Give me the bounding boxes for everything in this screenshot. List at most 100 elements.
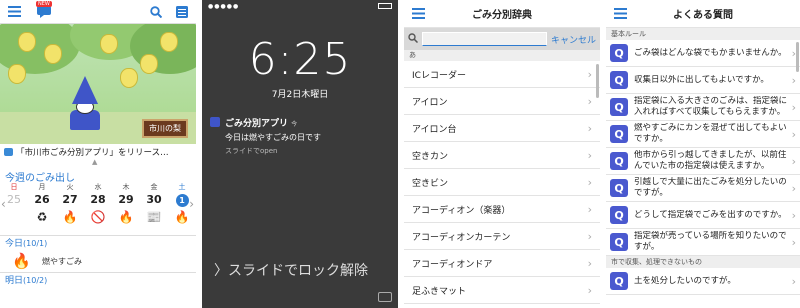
q-icon: Q — [610, 206, 628, 224]
dictionary-item[interactable]: アコーディオンカーテン › — [404, 223, 600, 250]
scrollbar[interactable] — [596, 64, 599, 98]
date-number: 26 — [34, 193, 50, 206]
item-label: アコーディオンドア — [412, 259, 493, 270]
q-icon: Q — [610, 272, 628, 290]
calendar-date[interactable]: 28 — [84, 192, 112, 208]
calendar-date[interactable]: 1 — [168, 192, 196, 208]
section-header: 市で収集、処理できないもの — [606, 256, 800, 268]
faq-question: 他市から引っ越してきましたが、以前住んでいた市の指定袋は使えますか。 — [634, 150, 787, 171]
fire-icon: 🔥 — [12, 252, 31, 270]
chevron-right-icon: › — [587, 283, 592, 297]
slide-to-unlock[interactable]: 〉スライドでロック解除 — [214, 260, 368, 280]
date-number: 29 — [118, 193, 134, 206]
notif-hint: スライドでopen — [225, 147, 278, 155]
notif-title: ごみ分別アプリ — [225, 119, 289, 129]
q-icon: Q — [610, 98, 628, 116]
section-header: あ — [404, 50, 600, 61]
hamburger-menu-icon[interactable] — [410, 6, 426, 22]
date-number: 30 — [146, 193, 162, 206]
calendar-date[interactable]: 26 — [28, 192, 56, 208]
lock-screen: ●●●●● 6:25 7月2日木曜日 ごみ分別アプリ 今 今日は燃やすごみの日で… — [202, 0, 398, 308]
faq-item[interactable]: Q 土を処分したいのですが。 › — [606, 268, 800, 295]
garbage-type-icon: 📰 — [146, 210, 162, 224]
news-text: 「市川市ごみ分別アプリ」をリリース… — [16, 148, 169, 158]
search-input[interactable] — [422, 32, 547, 46]
chevron-right-icon: › — [587, 121, 592, 135]
section-header: 基本ルール — [606, 28, 800, 40]
faq-item[interactable]: Q 引越しで大量に出たごみを処分したいのですが。 › — [606, 175, 800, 202]
calendar-date[interactable]: 30 — [140, 192, 168, 208]
search-icon[interactable] — [148, 4, 164, 20]
faq-item[interactable]: Q ごみ袋はどんな袋でもかまいませんか。 › — [606, 40, 800, 67]
chevron-right-icon: › — [587, 175, 592, 189]
faq-question: 土を処分したいのですが。 — [634, 275, 736, 286]
faq-screen: よくある質問 基本ルール Q ごみ袋はどんな袋でもかまいませんか。 › Q 収集日以外に… — [606, 0, 800, 308]
faq-item[interactable]: Q 収集日以外に出してもよいですか。 › — [606, 67, 800, 94]
dictionary-item[interactable]: アコーディオン（楽器） › — [404, 196, 600, 223]
item-label: アコーディオンカーテン — [412, 232, 511, 243]
dictionary-screen: ごみ分別辞典 キャンセル あ ICレコーダー › アイロン › アイロン台 › 空きカン › 空… — [404, 0, 600, 308]
chevron-right-icon: › — [791, 127, 796, 141]
day-of-week: 木 — [122, 183, 130, 191]
today-date: (10/1) — [23, 239, 48, 248]
faq-item[interactable]: Q 指定袋が売っている場所を知りたいのですが。 › — [606, 229, 800, 256]
app-icon — [210, 117, 220, 127]
chevron-right-icon: › — [791, 181, 796, 195]
calendar-date[interactable]: 25 — [0, 192, 28, 208]
today-label: 今日 — [5, 239, 24, 249]
week-calendar: 日 月 火 水 木 金 土 25 26 27 28 29 30 1 ♻ 🔥 🚫 🔥 📰 🔥 — [0, 182, 196, 226]
dictionary-item[interactable]: 空きビン › — [404, 169, 600, 196]
date-number: 27 — [62, 193, 78, 206]
item-label: アイロン台 — [412, 124, 457, 135]
q-icon: Q — [610, 44, 628, 62]
dictionary-item[interactable]: アイロン › — [404, 88, 600, 115]
hamburger-menu-icon[interactable] — [612, 6, 628, 22]
pear-sign: 市川の梨 — [142, 119, 188, 138]
news-ticker[interactable]: 「市川市ごみ分別アプリ」をリリース… — [0, 145, 196, 159]
chevron-right-icon: › — [587, 67, 592, 81]
calendar-date[interactable]: 27 — [56, 192, 84, 208]
camera-icon[interactable] — [378, 292, 392, 302]
chevron-right-icon: › — [587, 256, 592, 270]
faq-item[interactable]: Q 指定袋に入る大きさのごみは、指定袋に入れればすべて収集してもらえますか。 › — [606, 94, 800, 121]
faq-item[interactable]: Q 他市から引っ越してきましたが、以前住んでいた市の指定袋は使えますか。 › — [606, 148, 800, 175]
hamburger-menu-icon[interactable] — [6, 4, 22, 20]
garbage-type-icon: 🔥 — [62, 210, 78, 224]
today-row[interactable]: 🔥 燃やすごみ — [0, 249, 196, 273]
item-label: ICレコーダー — [412, 70, 466, 81]
new-badge: NEW — [36, 1, 52, 7]
battery-icon — [378, 3, 392, 9]
dictionary-item[interactable]: アコーディオンドア › — [404, 250, 600, 277]
dictionary-item[interactable]: 足ふきマット › — [404, 277, 600, 304]
scrollbar[interactable] — [796, 42, 799, 72]
news-bubble-icon — [4, 148, 13, 156]
search-icon — [408, 32, 419, 46]
dictionary-item[interactable]: 空きカン › — [404, 142, 600, 169]
dictionary-item[interactable]: アイロン台 › — [404, 115, 600, 142]
lock-time: 6:25 — [248, 34, 352, 85]
chevron-up-icon[interactable]: ▲ — [92, 158, 97, 166]
tomorrow-date: (10/2) — [23, 276, 48, 285]
date-number: 1 — [175, 194, 189, 207]
tomorrow-label: 明日 — [5, 276, 24, 286]
page-title: よくある質問 — [673, 10, 733, 21]
q-icon: Q — [610, 125, 628, 143]
day-of-week: 月 — [38, 183, 46, 191]
faq-item[interactable]: Q どうして指定袋でごみを出すのですか。 › — [606, 202, 800, 229]
garbage-type-icon: ♻ — [36, 210, 48, 224]
notif-time: 今 — [291, 121, 298, 128]
dictionary-item[interactable]: ICレコーダー › — [404, 61, 600, 88]
notification[interactable]: ごみ分別アプリ 今 今日は燃やすごみの日です スライドでopen — [210, 116, 390, 156]
home-screen: NEW 市川の梨 「市川市ごみ分別アプリ」をリリース… ▲ 今週のごみ出し ‹ … — [0, 0, 196, 308]
garbage-type-icon: 🚫 — [90, 210, 106, 224]
signal-dots: ●●●●● — [208, 2, 240, 10]
faq-item[interactable]: Q 燃やすごみにカンを混ぜて出してもよいですか。 › — [606, 121, 800, 148]
page-title: ごみ分別辞典 — [472, 10, 532, 21]
chevron-right-icon: › — [587, 202, 592, 216]
chevron-right-icon: › — [791, 274, 796, 288]
faq-question: 燃やすごみにカンを混ぜて出してもよいですか。 — [634, 123, 787, 144]
list-icon[interactable] — [174, 4, 190, 20]
calendar-date[interactable]: 29 — [112, 192, 140, 208]
cancel-button[interactable]: キャンセル — [551, 33, 596, 46]
search-bar: キャンセル — [404, 28, 600, 50]
